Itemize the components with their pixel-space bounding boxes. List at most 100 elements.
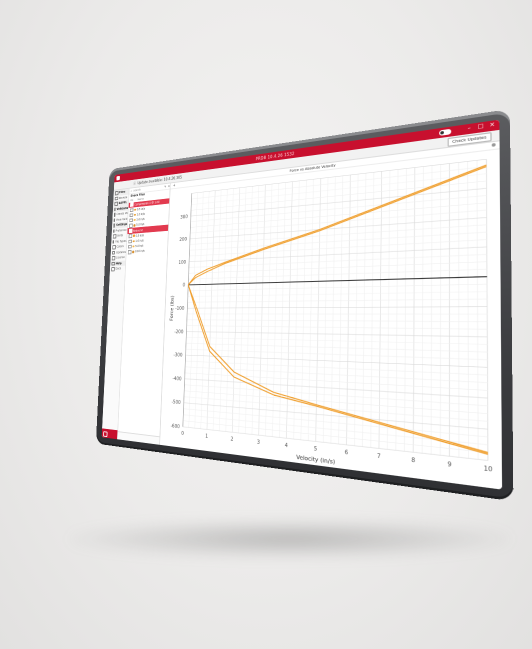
series-color-swatch[interactable] (132, 245, 135, 248)
grid-line-vertical (405, 169, 407, 452)
sidebar-item[interactable]: Docs (110, 266, 125, 272)
series-line (188, 167, 487, 285)
x-tick-label: 9 (447, 461, 451, 469)
account-icon[interactable] (103, 431, 108, 438)
file-label: 10.0 in/s (134, 249, 145, 254)
file-label: 5.0 in/s (135, 244, 144, 249)
grid-line-vertical (331, 177, 335, 443)
search-icon[interactable]: ⌕ (131, 189, 132, 193)
grid-line-horizontal (191, 188, 487, 216)
file-checkbox[interactable] (128, 234, 132, 239)
file-checkbox[interactable] (129, 223, 133, 228)
grid-line-vertical (339, 176, 343, 444)
file-checkbox[interactable] (130, 202, 134, 207)
edit-icon[interactable]: ✎ (164, 185, 166, 189)
grid-line-vertical (431, 166, 432, 455)
grid-line-vertical (346, 175, 350, 445)
close-icon[interactable]: × (489, 121, 496, 129)
y-axis-label: Force (lbs) (169, 295, 175, 321)
grid-line-horizontal (189, 254, 487, 267)
file-checkbox[interactable] (129, 213, 133, 218)
file-checkbox[interactable] (128, 239, 132, 244)
grid-line-horizontal (184, 409, 488, 437)
grid-line-vertical (219, 189, 227, 431)
grid-line-vertical (259, 185, 266, 435)
grid-line-vertical (379, 171, 382, 448)
file-list: Compression 1 @ 1.00 0.5 in/s 1.0 in/s 2.0 … (126, 197, 170, 255)
grid-line-horizontal (183, 427, 488, 461)
x-tick-label: 3 (257, 439, 260, 446)
sidebar-item-label: Docs (115, 266, 122, 271)
file-checkbox[interactable] (128, 244, 132, 249)
x-tick-label: 0 (181, 431, 184, 437)
grid-line-horizontal (191, 196, 487, 222)
grid-line-horizontal (190, 217, 487, 238)
grid-line-horizontal (186, 355, 488, 367)
app-screen: PRDB 10.4.26 1532 – □ × ⓘ Update availab… (101, 119, 503, 490)
key-icon (111, 256, 116, 261)
grid-line-horizontal (188, 299, 488, 302)
y-tick-label: 0 (183, 283, 186, 289)
chart-settings-icon[interactable] (491, 142, 496, 147)
help-icon (111, 261, 115, 266)
theme-toggle[interactable] (439, 128, 452, 136)
series-color-swatch[interactable] (133, 218, 136, 222)
grid-line-vertical (371, 172, 374, 447)
grid-line-horizontal (189, 262, 487, 274)
file-checkbox[interactable] (127, 249, 132, 255)
add-chart-icon[interactable]: + (173, 183, 176, 188)
grid-line-horizontal (186, 337, 487, 344)
x-tick-label: 8 (411, 457, 415, 465)
y-tick-label: 200 (179, 237, 187, 243)
grid-line-horizontal (191, 181, 486, 210)
file-label: 0.5 in/s (135, 233, 144, 238)
file-label: 5.0 in/s (136, 222, 145, 227)
minimize-icon[interactable]: – (466, 125, 472, 133)
series-line (183, 277, 488, 453)
grid-line-horizontal (183, 421, 488, 453)
x-axis-label: Velocity (in/s) (296, 454, 335, 466)
series-color-swatch[interactable] (132, 240, 135, 243)
maximize-icon[interactable]: □ (477, 123, 484, 131)
series-color-swatch[interactable] (134, 208, 136, 211)
check-icon (114, 207, 116, 212)
app-body: Files Browse SAPPL Validation Create Validat… (101, 141, 503, 490)
x-tick-label: 6 (345, 449, 349, 457)
gear-icon (113, 223, 116, 228)
y-tick-label: 100 (178, 260, 186, 266)
palette-icon (112, 245, 116, 250)
x-tick-label: 2 (230, 436, 233, 443)
search-input[interactable]: search (133, 188, 141, 192)
info-icon: ⓘ (133, 180, 137, 186)
folder-icon (114, 190, 119, 195)
series-color-swatch[interactable] (133, 213, 136, 216)
x-tick-label: 10 (484, 465, 493, 474)
file-checkbox[interactable] (129, 207, 134, 213)
file-checkbox[interactable] (128, 228, 133, 233)
file-checkbox[interactable] (129, 218, 133, 223)
grid-line-vertical (396, 169, 398, 450)
x-tick-label: 4 (285, 442, 288, 449)
sappl-icon (114, 201, 118, 206)
y-tick-label: -500 (171, 399, 180, 406)
y-tick-label: -200 (174, 329, 183, 335)
ruler-icon (112, 234, 117, 239)
series-color-swatch[interactable] (132, 234, 135, 238)
y-tick-label: -300 (173, 352, 182, 358)
grid-line-vertical (245, 186, 252, 433)
monitor-bezel: PRDB 10.4.26 1532 – □ × ⓘ Update availab… (95, 108, 514, 502)
series-color-swatch[interactable] (133, 224, 136, 227)
book-icon (111, 267, 115, 271)
grid-line-vertical (486, 159, 488, 460)
y-tick-label: -400 (172, 376, 181, 383)
x-tick-label: 5 (314, 446, 318, 453)
grid-line-horizontal (188, 292, 487, 297)
y-tick-label: 300 (180, 214, 188, 220)
series-color-swatch[interactable] (132, 250, 134, 253)
grid-line-horizontal (186, 332, 487, 337)
sidebar-footer (101, 428, 118, 440)
grid-line-horizontal (184, 397, 488, 422)
grid-line-vertical (207, 191, 215, 430)
force-velocity-chart[interactable]: 0 1 2 3 4 5 6 7 8 9 10 300 200 100 0 -100 -200 -300 -400 -5… (160, 149, 502, 489)
eye-icon (113, 218, 116, 222)
